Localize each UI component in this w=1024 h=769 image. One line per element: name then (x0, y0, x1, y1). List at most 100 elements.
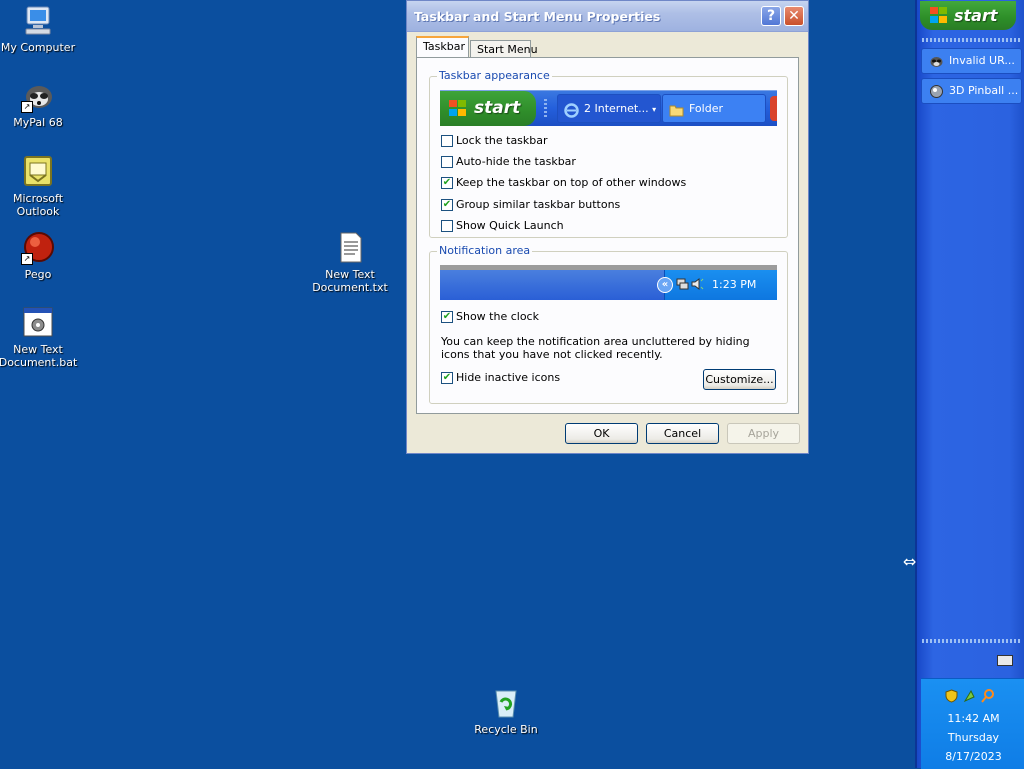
desktop-icon-label: New Text Document.txt (312, 268, 388, 294)
security-shield-icon[interactable] (945, 689, 958, 703)
checkbox-label: Lock the taskbar (456, 134, 548, 147)
start-label: start (954, 6, 998, 25)
close-button[interactable]: ✕ (784, 6, 804, 26)
desktop-icon-pego[interactable]: ↗ Pego (0, 231, 78, 281)
notification-preview: « 1:23 PM (440, 265, 777, 300)
clock-time[interactable]: 11:42 AM (921, 709, 1024, 728)
resize-cursor-icon: ⇔ (903, 552, 917, 571)
mypal-raccoon-icon (929, 54, 944, 69)
windows-flag-icon (449, 100, 467, 117)
desktop-icon-recycle-bin[interactable]: Recycle Bin (466, 686, 546, 736)
recycle-bin-icon (489, 686, 523, 720)
checkbox-box-checked[interactable]: ✔ (441, 199, 453, 211)
desktop-icon-label: New Text Document.bat (0, 343, 78, 369)
checkbox-show-clock[interactable]: ✔ Show the clock (441, 310, 539, 325)
taskbar-appearance-group: Taskbar appearance start 2 Internet... ▾ (429, 69, 788, 238)
preview-task-internet: 2 Internet... ▾ (557, 94, 661, 123)
notification-area: 11:42 AM Thursday 8/17/2023 (921, 678, 1024, 769)
dropdown-arrow-icon: ▾ (652, 105, 657, 114)
taskbar-properties-dialog: Taskbar and Start Menu Properties ? ✕ Ta… (406, 0, 809, 454)
computer-icon (21, 4, 55, 38)
vertical-taskbar: start Invalid UR... 3D Pinball ... 11:42… (915, 0, 1024, 769)
checkbox-box[interactable] (441, 156, 453, 168)
desktop-icon-outlook[interactable]: Microsoft Outlook (0, 155, 78, 218)
notification-description: You can keep the notification area unclu… (441, 335, 750, 361)
task-button-pinball[interactable]: 3D Pinball ... (921, 78, 1022, 104)
tray-icons (676, 277, 706, 293)
taskbar-grip[interactable] (922, 639, 1020, 643)
desktop-icon-label: Recycle Bin (474, 723, 538, 736)
desktop-icon-label: Pego (24, 268, 52, 281)
checkbox-auto-hide[interactable]: Auto-hide the taskbar (441, 155, 576, 170)
mypal-raccoon-icon: ↗ (21, 79, 55, 113)
task-label: Invalid UR... (949, 54, 1015, 67)
help-button[interactable]: ? (761, 6, 781, 26)
volume-icon (691, 277, 704, 291)
text-document-icon (333, 231, 367, 265)
checkbox-label: Group similar taskbar buttons (456, 198, 621, 211)
notification-area-group: Notification area « 1:23 PM ✔ Show the cl… (429, 244, 788, 404)
checkbox-box-checked[interactable]: ✔ (441, 177, 453, 189)
batch-file-icon (21, 306, 55, 340)
checkbox-label: Auto-hide the taskbar (456, 155, 576, 168)
cancel-button[interactable]: Cancel (646, 423, 719, 444)
preview-start-label: start (474, 98, 521, 118)
checkbox-quick-launch[interactable]: Show Quick Launch (441, 219, 564, 234)
checkbox-box[interactable] (441, 220, 453, 232)
network-tray-icon[interactable] (963, 689, 976, 703)
checkbox-box-checked[interactable]: ✔ (441, 311, 453, 323)
preview-grip (544, 99, 547, 119)
windows-flag-icon (930, 7, 948, 24)
pinball-icon (929, 84, 944, 99)
dialog-titlebar[interactable]: Taskbar and Start Menu Properties ? ✕ (407, 1, 808, 32)
desktop-icon-text-file[interactable]: New Text Document.txt (310, 231, 390, 294)
task-button-browser[interactable]: Invalid UR... (921, 48, 1022, 74)
network-icon (676, 277, 689, 291)
preview-task-label: Folder (689, 102, 723, 115)
checkbox-keep-on-top[interactable]: ✔ Keep the taskbar on top of other window… (441, 176, 686, 191)
search-icon[interactable] (981, 689, 994, 703)
desktop-icon-label: MyPal 68 (13, 116, 63, 129)
clock-day: Thursday (947, 731, 1000, 744)
preview-task-folder: Folder (662, 94, 766, 123)
folder-icon (669, 101, 684, 117)
clock-date: 8/17/2023 (945, 750, 1002, 763)
preview-clock: 1:23 PM (712, 278, 757, 291)
outlook-icon (21, 155, 55, 189)
desktop-icon-mypal[interactable]: ↗ MyPal 68 (0, 79, 78, 129)
pego-icon: ↗ (21, 231, 55, 265)
checkbox-label: Keep the taskbar on top of other windows (456, 176, 687, 189)
shortcut-arrow-icon: ↗ (21, 253, 33, 265)
tab-taskbar[interactable]: Taskbar (416, 36, 469, 58)
desktop-icon-label: My Computer (0, 41, 76, 54)
preview-task-label: 2 Internet... (584, 102, 649, 115)
start-button[interactable]: start (920, 1, 1016, 30)
tray-icons (921, 689, 1024, 709)
preview-tray: « 1:23 PM (657, 270, 777, 300)
internet-explorer-icon (564, 101, 579, 118)
keyboard-icon[interactable] (997, 655, 1013, 666)
checkbox-hide-inactive[interactable]: ✔ Hide inactive icons (441, 371, 560, 386)
checkbox-group-similar[interactable]: ✔ Group similar taskbar buttons (441, 198, 620, 213)
desktop-icon-batch-file[interactable]: New Text Document.bat (0, 306, 78, 369)
desktop-icon-label: Microsoft Outlook (12, 192, 64, 218)
group-title-notification: Notification area (437, 244, 533, 257)
checkbox-box-checked[interactable]: ✔ (441, 372, 453, 384)
tab-panel-taskbar: Taskbar appearance start 2 Internet... ▾ (416, 57, 799, 414)
checkbox-box[interactable] (441, 135, 453, 147)
shortcut-arrow-icon: ↗ (21, 101, 33, 113)
customize-button[interactable]: Customize... (703, 369, 776, 390)
group-title-appearance: Taskbar appearance (437, 69, 552, 82)
checkbox-label: Show Quick Launch (456, 219, 564, 232)
task-label: 3D Pinball ... (949, 84, 1019, 97)
dialog-title: Taskbar and Start Menu Properties (414, 9, 661, 24)
apply-button[interactable]: Apply (727, 423, 800, 444)
checkbox-lock-taskbar[interactable]: Lock the taskbar (441, 134, 548, 149)
checkbox-label: Show the clock (456, 310, 539, 323)
preview-start-button: start (440, 91, 536, 126)
taskbar-preview: start 2 Internet... ▾ Folder (440, 90, 777, 126)
taskbar-grip[interactable] (922, 38, 1020, 42)
ok-button[interactable]: OK (565, 423, 638, 444)
desktop-icon-my-computer[interactable]: My Computer (0, 4, 78, 54)
chevron-left-icon: « (657, 277, 673, 293)
